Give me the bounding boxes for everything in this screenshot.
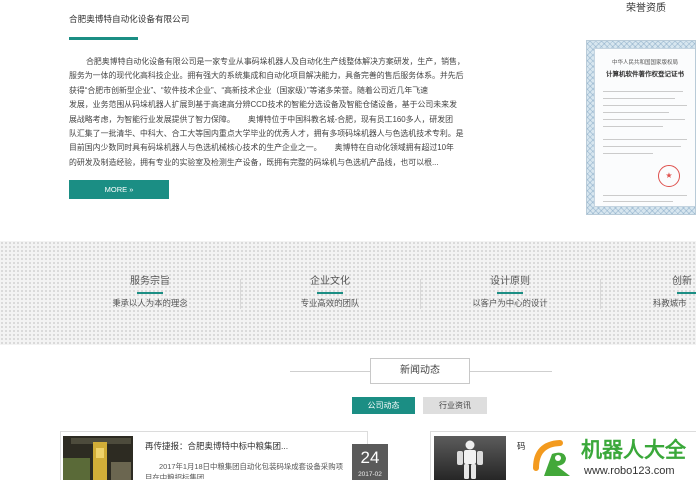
news-section-title: 新闻动态: [370, 358, 470, 384]
intro-line: 合肥奥博特自动化设备有限公司是一家专业从事码垛机器人及自动化生产线整体解决方案研…: [86, 57, 465, 66]
value-subtitle: 以客户为中心的设计: [472, 298, 548, 308]
robot-right-leg: [471, 464, 476, 479]
robot-logo-icon: [533, 440, 570, 476]
certificate-issuer: 中华人民共和国国家版权局: [611, 60, 678, 66]
robot-arm-highlight: [96, 448, 104, 458]
news-summary-line: 目在中粮招标集团: [145, 473, 205, 479]
certificate-text-line: [603, 98, 675, 100]
certificate-name: 计算机软件著作权登记证书: [606, 71, 684, 78]
value-column: 企业文化 专业高效的团队: [240, 241, 420, 345]
robot-arm: [93, 442, 107, 480]
certificate-text-line: [603, 119, 685, 121]
intro-line: 获得“合肥市创新型企业”、“软件技术企业”、“高新技术企业（国家级）”等诸多荣誉…: [69, 85, 429, 95]
certificate-text-line: [603, 126, 663, 128]
site-watermark: 机器人大全 www.robo123.com: [530, 436, 696, 480]
company-intro: 合肥奥博特自动化设备有限公司是一家专业从事码垛机器人及自动化生产线整体解决方案研…: [69, 55, 469, 170]
news-summary-line: 2017年1月18日中粮集团自动化包装码垛成套设备采购项: [159, 462, 343, 471]
company-title-underline: [69, 37, 138, 40]
robot-left-arm: [457, 451, 463, 465]
value-underline: [137, 292, 163, 294]
value-subtitle: 秉承以人为本的理念: [112, 298, 188, 308]
certificate-text-line: [603, 153, 653, 155]
watermark-url: www.robo123.com: [584, 465, 675, 477]
honors-title: 荣誉资质: [626, 3, 666, 14]
certificate-text-line: [603, 91, 683, 93]
value-column: 创新 科教城市: [600, 241, 696, 345]
intro-line: 的研发及制造经验，拥有专业的实验室及检测生产设备，既拥有完整的码垛机与色选机产品…: [69, 157, 439, 167]
intro-line: 展战略考虑，为智能行业发展提供了智力保障。 奥博特位于中国科教名城-合肥，现有员…: [69, 114, 454, 124]
intro-line: 服务为一体的现代化高科技企业。拥有强大的系统集成和自动化项目解决能力，具备完善的…: [69, 71, 464, 81]
value-underline: [317, 292, 343, 294]
certificate-text-line: [603, 139, 687, 141]
news-date-month: 2017-02: [358, 471, 382, 478]
robot-body: [464, 450, 476, 464]
value-title: 设计原则: [490, 276, 530, 287]
value-column: 服务宗旨 秉承以人为本的理念: [60, 241, 240, 345]
news-title-link[interactable]: 码: [517, 441, 526, 452]
value-underline: [677, 292, 696, 294]
value-title: 企业文化: [310, 276, 350, 287]
news-card: 再传捷报：合肥奥博特中标中粮集团... 2017年1月18日中粮集团自动化包装码…: [60, 431, 368, 480]
conveyor-block: [63, 458, 90, 480]
robot-left-leg: [464, 464, 469, 479]
value-subtitle: 专业高效的团队: [300, 298, 360, 308]
news-date-day: 24: [360, 448, 380, 467]
certificate-text-line: [603, 146, 681, 148]
tab-company-news[interactable]: 公司动态: [352, 397, 415, 414]
intro-line: 发展，业务范围从码垛机器人扩展到基于高速高分辨CCD技术的智能分选设备及智能仓储…: [69, 100, 457, 110]
certificate-text-line: [603, 112, 669, 114]
robot-head: [465, 440, 475, 450]
value-title: 服务宗旨: [130, 276, 170, 287]
certificate-image: 中华人民共和国国家版权局 计算机软件著作权登记证书 ★: [586, 40, 696, 215]
intro-line: 队汇集了一批清华、中科大、合工大等国内重点大学毕业的优秀人才，拥有多项码垛机器人…: [69, 128, 464, 138]
robot-right-arm: [477, 451, 483, 465]
news-title-link[interactable]: 再传捷报：合肥奥博特中标中粮集团...: [145, 441, 288, 452]
certificate-text-line: [603, 105, 687, 107]
more-button[interactable]: MORE »: [69, 180, 169, 199]
value-column: 设计原则 以客户为中心的设计: [420, 241, 600, 345]
certificate-seal-icon: ★: [658, 165, 680, 187]
value-underline: [497, 292, 523, 294]
tab-industry-news[interactable]: 行业资讯: [423, 397, 487, 414]
watermark-brand: 机器人大全: [581, 439, 686, 462]
news-thumbnail[interactable]: [434, 436, 506, 480]
pallet-stack: [111, 462, 131, 480]
value-title: 创新: [672, 276, 692, 287]
intro-line: 目前国内少数同时具有码垛机器人与色选机械核心技术的生产企业之一。 奥博特在自动化…: [69, 143, 454, 153]
news-date-badge: 24 2017-02: [352, 444, 388, 480]
certificate-text-line: [603, 195, 687, 197]
logo-eye: [555, 455, 561, 461]
values-band: 服务宗旨 秉承以人为本的理念 企业文化 专业高效的团队 设计原则 以客户为中心的…: [0, 241, 696, 345]
news-thumbnail[interactable]: [63, 436, 133, 480]
company-title: 合肥奥博特自动化设备有限公司: [69, 14, 190, 24]
certificate-text-line: [603, 201, 673, 203]
value-subtitle: 科教城市: [653, 298, 687, 308]
certificate-paper: 中华人民共和国国家版权局 计算机软件著作权登记证书 ★: [594, 48, 695, 207]
